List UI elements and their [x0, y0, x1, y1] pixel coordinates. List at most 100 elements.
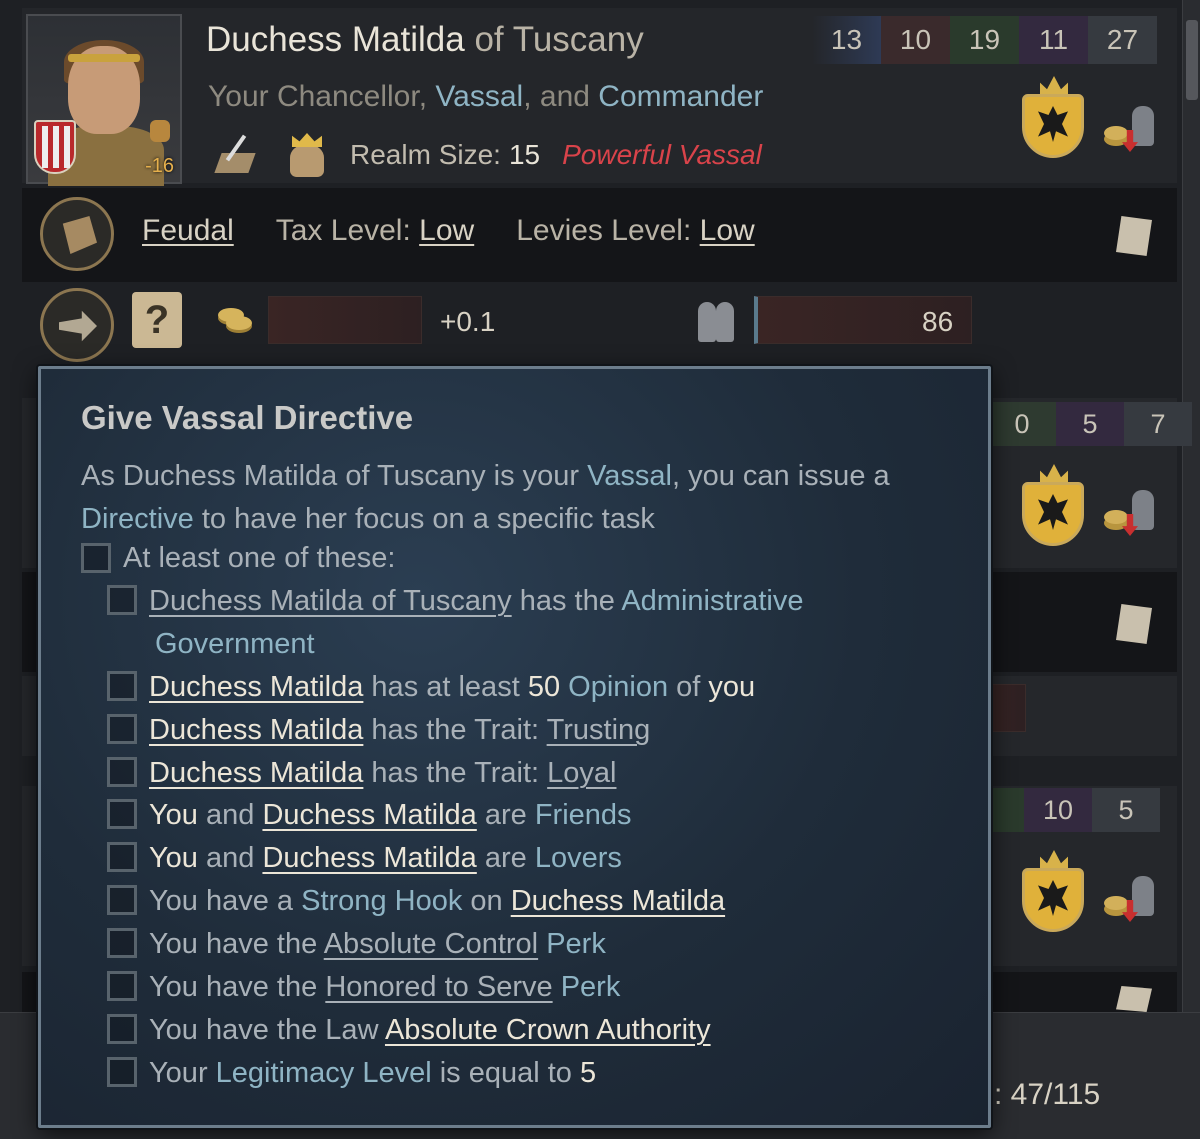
req-text: is equal to [431, 1057, 580, 1089]
perk-term[interactable]: Perk [546, 928, 606, 960]
legitimacy-term[interactable]: Legitimacy Level [216, 1057, 432, 1089]
requirement-trait-loyal: Duchess Matilda has the Trait: Loyal [149, 752, 616, 795]
requirement-trait-trusting: Duchess Matilda has the Trait: Trusting [149, 709, 650, 752]
skill-learning[interactable]: 27 [1088, 16, 1157, 64]
scrollbar[interactable] [1182, 0, 1200, 1139]
perk-link[interactable]: Absolute Control [324, 928, 538, 960]
character-link[interactable]: Duchess Matilda [262, 799, 476, 831]
requirement-strong-hook: You have a Strong Hook on Duchess Matild… [149, 880, 725, 923]
levies-level: Levies Level: Low [516, 214, 755, 248]
requirement-checkbox [107, 1057, 137, 1087]
skill-martial[interactable]: 10 [881, 16, 950, 64]
requirement-group-label: At least one of these: [123, 542, 396, 574]
skill-intrigue[interactable]: 10 [1024, 788, 1092, 832]
action-row: ? +0.1 86 [22, 286, 1177, 366]
req-text: on [462, 885, 511, 917]
relation-term[interactable]: Friends [535, 799, 632, 831]
req-text: of [668, 671, 709, 703]
requirement-lovers: You and Duchess Matilda are Lovers [149, 837, 622, 880]
skill-learning[interactable]: 7 [1124, 402, 1192, 446]
skill-learning[interactable]: 5 [1092, 788, 1160, 832]
sword-map-icon[interactable] [212, 133, 256, 177]
requirement-perk-honored-to-serve: You have the Honored to Serve Perk [149, 966, 620, 1009]
house-shield-icon[interactable] [34, 120, 76, 174]
law-link[interactable]: Absolute Crown Authority [385, 1014, 711, 1046]
requirement-checkbox [107, 799, 137, 829]
gold-icon [214, 306, 256, 334]
gold-troops-icon[interactable] [1104, 490, 1160, 540]
desc-vassal-term[interactable]: Vassal [587, 460, 672, 492]
vassal-name-first: Duchess Matilda [206, 20, 465, 59]
realm-size-label: Realm Size: [350, 139, 501, 170]
character-link[interactable]: Duchess Matilda [149, 671, 363, 703]
character-link[interactable]: Duchess Matilda [149, 714, 363, 746]
coat-of-arms-icon[interactable] [1020, 76, 1086, 158]
levies-level-value[interactable]: Low [700, 214, 755, 247]
coat-of-arms-icon[interactable] [1020, 464, 1086, 546]
scroll-icon[interactable] [1116, 986, 1152, 1012]
government-term[interactable]: Government [155, 628, 315, 660]
skill-stewardship[interactable]: 0 [988, 402, 1056, 446]
realm-size-value: 15 [508, 139, 541, 170]
req-you: You [149, 842, 198, 874]
perk-link[interactable]: Honored to Serve [325, 971, 552, 1003]
skill-stewardship[interactable] [988, 788, 1024, 832]
gold-troops-icon[interactable] [1104, 876, 1160, 926]
skill-intrigue[interactable]: 11 [1019, 16, 1088, 64]
req-text: and [197, 799, 263, 831]
req-you: You [149, 799, 198, 831]
tax-level: Tax Level: Low [276, 214, 474, 248]
requirement-checkbox [107, 1014, 137, 1044]
requirement-opinion: Duchess Matilda has at least 50 Opinion … [149, 666, 755, 709]
gold-bar [268, 296, 422, 344]
powerful-vassal-label: Powerful Vassal [562, 139, 762, 170]
trait-link[interactable]: Loyal [547, 757, 616, 789]
levies-icon [694, 298, 742, 346]
vassal-portrait[interactable]: -16 [26, 14, 182, 186]
requirement-friends: You and Duchess Matilda are Friends [149, 794, 632, 837]
vassal-name[interactable]: Duchess Matilda of Tuscany [206, 20, 644, 60]
character-link[interactable]: Duchess Matilda [262, 842, 476, 874]
crown-icon[interactable] [286, 131, 328, 179]
character-link[interactable]: Duchess Matilda [511, 885, 725, 917]
relation-commander: Commander [598, 80, 764, 113]
req-text: and [197, 842, 263, 874]
requirement-checkbox [107, 671, 137, 701]
hook-term[interactable]: Strong Hook [301, 885, 462, 917]
government-type-link[interactable]: Feudal [142, 214, 234, 248]
character-link[interactable]: Duchess Matilda [149, 757, 363, 789]
requirement-legitimacy: Your Legitimacy Level is equal to 5 [149, 1052, 596, 1095]
requirement-checkbox [107, 928, 137, 958]
scrollbar-thumb[interactable] [1186, 20, 1198, 100]
directive-hand-icon[interactable] [40, 288, 114, 362]
req-text: has the [511, 585, 622, 617]
income-value: +0.1 [440, 306, 496, 337]
relation-term[interactable]: Lovers [535, 842, 622, 874]
skill-stewardship[interactable]: 19 [950, 16, 1019, 64]
opinion-term[interactable]: Opinion [568, 671, 668, 703]
government-term[interactable]: Administrative [621, 585, 803, 617]
desc-directive-term[interactable]: Directive [81, 503, 194, 535]
scroll-icon[interactable] [1116, 604, 1152, 644]
character-link[interactable]: Duchess Matilda of Tuscany [149, 585, 512, 617]
requirement-administrative: Duchess Matilda of Tuscany has the Admin… [149, 580, 803, 623]
opinion-threshold: 50 [527, 671, 561, 703]
desc-character-link[interactable]: Duchess Matilda of Tuscany [123, 460, 486, 492]
tax-level-value[interactable]: Low [419, 214, 474, 247]
relation-prefix: Your Chancellor, [208, 80, 428, 113]
skill-intrigue[interactable]: 5 [1056, 402, 1124, 446]
scroll-icon[interactable] [1116, 216, 1152, 256]
coat-of-arms-icon[interactable] [1020, 850, 1086, 932]
vassal-card: -16 Duchess Matilda of Tuscany Your Chan… [22, 8, 1177, 186]
desc-text: , you can issue a [672, 460, 890, 492]
realm-line: Realm Size: 15 Powerful Vassal [212, 130, 762, 180]
vassal-count: : 47/115 [994, 1078, 1101, 1111]
trait-link[interactable]: Trusting [547, 714, 651, 746]
gold-troops-icon[interactable] [1104, 106, 1160, 156]
government-info: Feudal Tax Level: Low Levies Level: Low [142, 214, 755, 248]
skills-row: 10 5 [988, 788, 1160, 832]
unknown-directive-icon[interactable]: ? [132, 292, 182, 348]
skill-diplomacy[interactable]: 13 [812, 16, 881, 64]
perk-term[interactable]: Perk [561, 971, 621, 1003]
government-icon[interactable] [40, 197, 114, 271]
